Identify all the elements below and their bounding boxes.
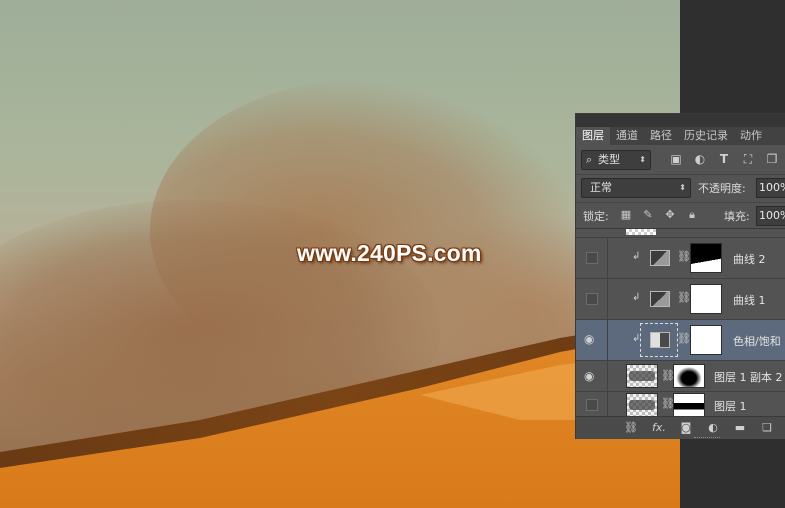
- type-filter-icon[interactable]: T: [717, 152, 731, 166]
- layers-panel: 图层 通道 路径 历史记录 动作 ⌕ 类型 ⬍ ▣ ◐ T ⛶ ❐ 正常 ⬍ 不…: [575, 113, 785, 439]
- tab-paths[interactable]: 路径: [644, 127, 678, 145]
- layer-mask-thumbnail[interactable]: [690, 325, 722, 355]
- tab-history[interactable]: 历史记录: [678, 127, 734, 145]
- visibility-off-box: [586, 252, 598, 264]
- chevron-updown-icon: ⬍: [679, 183, 686, 192]
- layer-mask-thumbnail[interactable]: [673, 393, 705, 417]
- layer-thumbnail[interactable]: [626, 364, 658, 388]
- layer-row[interactable]: ⛓ 图层 1: [576, 392, 785, 417]
- lock-move-icon[interactable]: ✥: [664, 209, 676, 221]
- thumbnail-content: [629, 400, 655, 410]
- opacity-label: 不透明度:: [698, 182, 746, 195]
- hue-saturation-icon: [650, 332, 670, 348]
- thumbnail-content: [629, 371, 655, 381]
- filter-row: ⌕ 类型 ⬍ ▣ ◐ T ⛶ ❐: [576, 147, 785, 171]
- visibility-toggle[interactable]: ◉: [576, 320, 608, 360]
- layer-row[interactable]: ◉ ⛓ 图层 1 副本 2: [576, 361, 785, 392]
- layer-name[interactable]: 曲线 1: [733, 292, 766, 308]
- blend-mode-value: 正常: [590, 181, 612, 194]
- layer-name[interactable]: 色相/饱和: [733, 333, 781, 349]
- lock-all-icon[interactable]: 🔒︎: [686, 209, 698, 221]
- link-icon[interactable]: ⛓: [677, 291, 691, 304]
- adjustment-filter-icon[interactable]: ◐: [693, 152, 707, 166]
- layer-mask-thumbnail[interactable]: [690, 284, 722, 314]
- blend-row: 正常 ⬍ 不透明度: 100%: [576, 174, 785, 199]
- layer-thumbnail: [626, 229, 656, 235]
- lock-transparent-icon[interactable]: ▦: [620, 209, 632, 221]
- layer-mask-thumbnail[interactable]: [690, 243, 722, 273]
- visibility-toggle[interactable]: [576, 279, 608, 319]
- filter-kind-select[interactable]: ⌕ 类型 ⬍: [581, 150, 651, 170]
- new-layer-icon[interactable]: ❏: [760, 421, 774, 435]
- panel-bottom-bar: ⛓ fx. ◙ ◐ ▬ ❏: [576, 416, 785, 439]
- chevron-updown-icon: ⬍: [639, 155, 646, 164]
- eye-icon: ◉: [584, 332, 595, 346]
- resize-grip[interactable]: [694, 437, 720, 439]
- blend-mode-select[interactable]: 正常 ⬍: [581, 178, 691, 198]
- shape-filter-icon[interactable]: ⛶: [741, 152, 755, 166]
- fill-field[interactable]: 100%: [756, 206, 785, 226]
- panel-title-bar[interactable]: [576, 114, 785, 127]
- visibility-off-box: [586, 293, 598, 305]
- lock-label: 锁定:: [583, 210, 609, 223]
- layer-name[interactable]: 图层 1: [714, 398, 747, 414]
- lock-paint-icon[interactable]: ✎: [642, 209, 654, 221]
- adjustment-layer-icon[interactable]: ◐: [706, 421, 720, 435]
- layer-row[interactable]: ↲ ⛓ 曲线 2: [576, 238, 785, 279]
- link-icon[interactable]: ⛓: [677, 250, 691, 263]
- visibility-off-box: [586, 399, 598, 411]
- link-layers-icon[interactable]: ⛓: [624, 421, 638, 435]
- visibility-toggle[interactable]: [576, 392, 608, 416]
- add-mask-icon[interactable]: ◙: [679, 421, 693, 435]
- visibility-toggle[interactable]: ◉: [576, 361, 608, 391]
- filter-kind-label: 类型: [598, 153, 620, 166]
- tab-actions[interactable]: 动作: [734, 127, 768, 145]
- opacity-field[interactable]: 100%: [756, 178, 785, 198]
- panel-tabs: 图层 通道 路径 历史记录 动作: [576, 127, 785, 145]
- layer-mask-thumbnail[interactable]: [673, 364, 705, 388]
- clip-arrow-icon: ↲: [632, 251, 641, 262]
- visibility-toggle[interactable]: [576, 238, 608, 278]
- fill-label: 填充:: [724, 210, 750, 223]
- watermark: www.240PS.com: [297, 240, 482, 266]
- eye-icon: ◉: [584, 369, 595, 383]
- tab-channels[interactable]: 通道: [610, 127, 644, 145]
- tab-layers[interactable]: 图层: [576, 127, 610, 145]
- clip-arrow-icon: ↲: [632, 292, 641, 303]
- link-icon[interactable]: ⛓: [677, 332, 691, 345]
- folder-icon[interactable]: ▬: [733, 421, 747, 435]
- layer-name[interactable]: 图层 1 副本 2: [714, 369, 783, 385]
- fx-icon[interactable]: fx.: [652, 421, 666, 435]
- layer-thumbnail[interactable]: [626, 393, 658, 417]
- layer-name[interactable]: 曲线 2: [733, 251, 766, 267]
- layer-row[interactable]: ↲ ⛓ 曲线 1: [576, 279, 785, 320]
- lock-row: 锁定: ▦ ✎ ✥ 🔒︎ 填充: 100%: [576, 202, 785, 227]
- curves-icon: [650, 250, 670, 266]
- image-filter-icon[interactable]: ▣: [669, 152, 683, 166]
- smart-object-filter-icon[interactable]: ❐: [765, 152, 779, 166]
- layer-row-selected[interactable]: ◉ ↲ ⛓ 色相/饱和: [576, 320, 785, 361]
- layers-list: ↲ ⛓ 曲线 2 ↲ ⛓ 曲线 1 ◉ ↲ ⛓ 色相/饱和 ◉ ⛓ 图层 1 副…: [576, 228, 785, 417]
- curves-icon: [650, 291, 670, 307]
- search-icon: ⌕: [586, 153, 593, 166]
- layer-row-partial[interactable]: [576, 229, 785, 238]
